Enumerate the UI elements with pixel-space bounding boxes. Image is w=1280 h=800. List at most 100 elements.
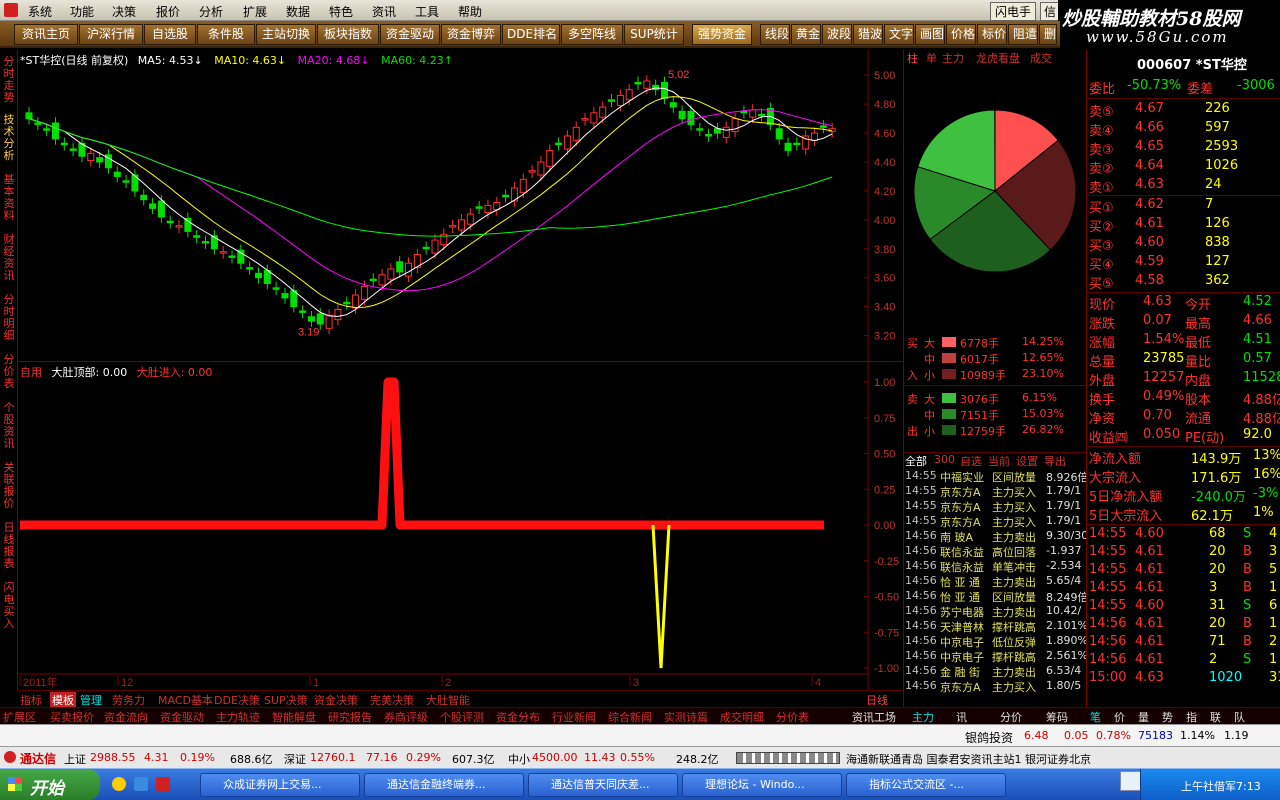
menu-function[interactable]: 功能 bbox=[70, 3, 94, 20]
kline-chart-panel[interactable]: *ST华控(日线 前复权) MA5: 4.53↓ MA10: 4.63↓ MA2… bbox=[18, 50, 903, 362]
alert-row[interactable]: 14:56 恰 亚 通主力卖出 5.65/4 bbox=[904, 574, 1087, 589]
buy-level-row[interactable]: 买④ 4.59 127 bbox=[1087, 254, 1280, 273]
toolbar-price[interactable]: 价格 bbox=[946, 24, 976, 45]
sh-index-label[interactable]: 上证 bbox=[64, 751, 86, 767]
mid-tab-deal[interactable]: 成交 bbox=[1030, 50, 1052, 66]
buy-level-row[interactable]: 买② 4.61 126 bbox=[1087, 216, 1280, 235]
mid-tab-single[interactable]: 单 bbox=[926, 50, 937, 66]
mid-tab-main[interactable]: 主力 bbox=[942, 50, 964, 66]
menu-info[interactable]: 资讯 bbox=[372, 3, 396, 20]
buy-level-row[interactable]: 买⑤ 4.58 362 bbox=[1087, 273, 1280, 292]
extension-tab[interactable]: 研究报告 bbox=[328, 709, 372, 725]
alert-row[interactable]: 14:55 中福实业 区间放量 8.926倍 bbox=[904, 469, 1087, 484]
alert-row[interactable]: 14:55 京东方A 主力买入 1.79/1 bbox=[904, 484, 1087, 499]
task-broker-trade[interactable]: 众成证券网上交易... bbox=[200, 773, 360, 797]
menu-system[interactable]: 系统 bbox=[28, 3, 52, 20]
zx-index-label[interactable]: 中小 bbox=[508, 751, 530, 767]
vtab-technical[interactable]: 技术分析 bbox=[1, 114, 17, 162]
indicator-tab[interactable]: 指标 bbox=[20, 692, 42, 708]
alert-tab-300[interactable]: 300 bbox=[934, 453, 955, 466]
extension-tab[interactable]: 资金分布 bbox=[496, 709, 540, 725]
toolbar-segment[interactable]: 线段 bbox=[760, 24, 790, 45]
alert-row[interactable]: 14:56 中京电子 撑杆跳高 2.561% bbox=[904, 649, 1087, 664]
extension-tab[interactable]: 资金流向 bbox=[104, 709, 148, 725]
extension-tab[interactable]: 分价表 bbox=[776, 709, 809, 725]
toolbar-server-switch[interactable]: 主站切换 bbox=[256, 24, 316, 45]
alert-row[interactable]: 14:56 天津普林 撑杆跳高 2.101% bbox=[904, 619, 1087, 634]
extension-tab[interactable]: 实测诗篇 bbox=[664, 709, 708, 725]
indicator-tab[interactable]: 管理 bbox=[80, 692, 102, 708]
extension-tab[interactable]: 势 bbox=[1162, 709, 1173, 725]
extension-tab[interactable]: 联 bbox=[1210, 709, 1221, 725]
toolbar-mark-price[interactable]: 标价 bbox=[977, 24, 1007, 45]
extension-tab[interactable]: 队 bbox=[1234, 709, 1245, 725]
quick-launch-icon-3[interactable] bbox=[156, 777, 170, 791]
mid-tab-dragon[interactable]: 龙虎看盘 bbox=[976, 50, 1020, 66]
toolbar-hunt-wave[interactable]: 猎波 bbox=[853, 24, 883, 45]
vtab-stock-info[interactable]: 个股资讯 bbox=[1, 402, 17, 450]
alert-row[interactable]: 14:55 京东方A 主力买入 1.79/1 bbox=[904, 514, 1087, 529]
sell-level-row[interactable]: 卖③ 4.65 2593 bbox=[1087, 139, 1280, 158]
alert-tab-all[interactable]: 全部 bbox=[905, 453, 927, 469]
alert-tab-current[interactable]: 当前 bbox=[988, 453, 1010, 469]
toolbar-fund-drive[interactable]: 资金驱动 bbox=[380, 24, 440, 45]
toolbar-info-home[interactable]: 资讯主页 bbox=[14, 24, 78, 45]
vtab-fundamentals[interactable]: 基本资料 bbox=[1, 174, 17, 222]
extension-tab[interactable]: 指 bbox=[1186, 709, 1197, 725]
toolbar-sector-index[interactable]: 板块指数 bbox=[317, 24, 379, 45]
extension-tab[interactable]: 讯 bbox=[956, 709, 967, 725]
sz-index-label[interactable]: 深证 bbox=[284, 751, 306, 767]
buy-level-row[interactable]: 买① 4.62 7 bbox=[1087, 197, 1280, 216]
extension-tab[interactable]: 量 bbox=[1138, 709, 1149, 725]
toolbar-dde-rank[interactable]: DDE排名 bbox=[502, 24, 560, 45]
extension-tab[interactable]: 主力 bbox=[912, 709, 934, 725]
menu-feature[interactable]: 特色 bbox=[329, 3, 353, 20]
task-tdx-finance[interactable]: 通达信金融终端券... bbox=[364, 773, 524, 797]
extension-tab[interactable]: 笔 bbox=[1090, 709, 1101, 725]
alert-row[interactable]: 14:56 怡 亚 通区间放量 8.249倍 bbox=[904, 589, 1087, 604]
task-formula-forum[interactable]: 指标公式交流区 -... bbox=[846, 773, 1006, 797]
period-label[interactable]: 日线 bbox=[866, 692, 888, 708]
alert-row[interactable]: 14:56 中京电子 低位反弹 1.890% bbox=[904, 634, 1087, 649]
start-button[interactable]: 开始 bbox=[0, 769, 100, 800]
vtab-intraday[interactable]: 分时走势 bbox=[1, 56, 17, 104]
indicator-tab[interactable]: SUP决策 bbox=[264, 692, 308, 708]
toolbar-fund-game[interactable]: 资金博弈 bbox=[441, 24, 501, 45]
menu-data[interactable]: 数据 bbox=[286, 3, 310, 20]
indicator-tab[interactable]: 劳务力 bbox=[112, 692, 145, 708]
vtab-related-quote[interactable]: 关联报价 bbox=[1, 462, 17, 510]
vtab-flash-buy[interactable]: 闪电买入 bbox=[1, 582, 17, 630]
extension-tab[interactable]: 资讯工场 bbox=[852, 709, 896, 725]
menu-analysis[interactable]: 分析 bbox=[199, 3, 223, 20]
extension-tab[interactable]: 资金驱动 bbox=[160, 709, 204, 725]
extension-tab[interactable]: 价 bbox=[1114, 709, 1125, 725]
vtab-price-table[interactable]: 分价表 bbox=[1, 354, 17, 390]
indicator-chart-panel[interactable]: 自用 大肚顶部: 0.00 大肚进入: 0.00 1.00 0.75 0.50 0.2… bbox=[18, 362, 903, 690]
alert-tab-export[interactable]: 导出 bbox=[1044, 453, 1066, 469]
toolbar-condition[interactable]: 条件股 bbox=[197, 24, 255, 45]
toolbar-text[interactable]: 文字 bbox=[884, 24, 914, 45]
alert-tab-watch[interactable]: 自选 bbox=[960, 453, 982, 469]
sell-level-row[interactable]: 卖① 4.63 24 bbox=[1087, 177, 1280, 196]
sell-level-row[interactable]: 卖⑤ 4.67 226 bbox=[1087, 101, 1280, 120]
toolbar-delete[interactable]: 删 bbox=[1039, 24, 1057, 45]
menu-extend[interactable]: 扩展 bbox=[243, 3, 267, 20]
menu-help[interactable]: 帮助 bbox=[458, 3, 482, 20]
indicator-tab[interactable]: DDE决策 bbox=[214, 692, 260, 708]
toolbar-gold[interactable]: 黄金 bbox=[791, 24, 821, 45]
toolbar-watchlist[interactable]: 自选股 bbox=[144, 24, 196, 45]
toolbar-wave[interactable]: 波段 bbox=[822, 24, 852, 45]
task-forum-browser[interactable]: 理想论坛 - Windo... bbox=[682, 773, 842, 797]
menu-tools[interactable]: 工具 bbox=[415, 3, 439, 20]
extension-tab[interactable]: 成交明细 bbox=[720, 709, 764, 725]
toolbar-market[interactable]: 沪深行情 bbox=[79, 24, 143, 45]
toolbar-block[interactable]: 阻遣 bbox=[1008, 24, 1038, 45]
quick-launch-icon-1[interactable] bbox=[112, 777, 126, 791]
indicator-tab[interactable]: 模板 bbox=[50, 692, 76, 708]
indicator-tab[interactable]: MACD基本 bbox=[158, 692, 213, 708]
alert-row[interactable]: 14:56 联信永益 高位回落 -1.937 bbox=[904, 544, 1087, 559]
alert-row[interactable]: 14:56 金 融 街主力卖出 6.53/4 bbox=[904, 664, 1087, 679]
extension-tab[interactable]: 智能解盘 bbox=[272, 709, 316, 725]
extension-tab[interactable]: 个股评测 bbox=[440, 709, 484, 725]
toolbar-draw[interactable]: 画图 bbox=[915, 24, 945, 45]
